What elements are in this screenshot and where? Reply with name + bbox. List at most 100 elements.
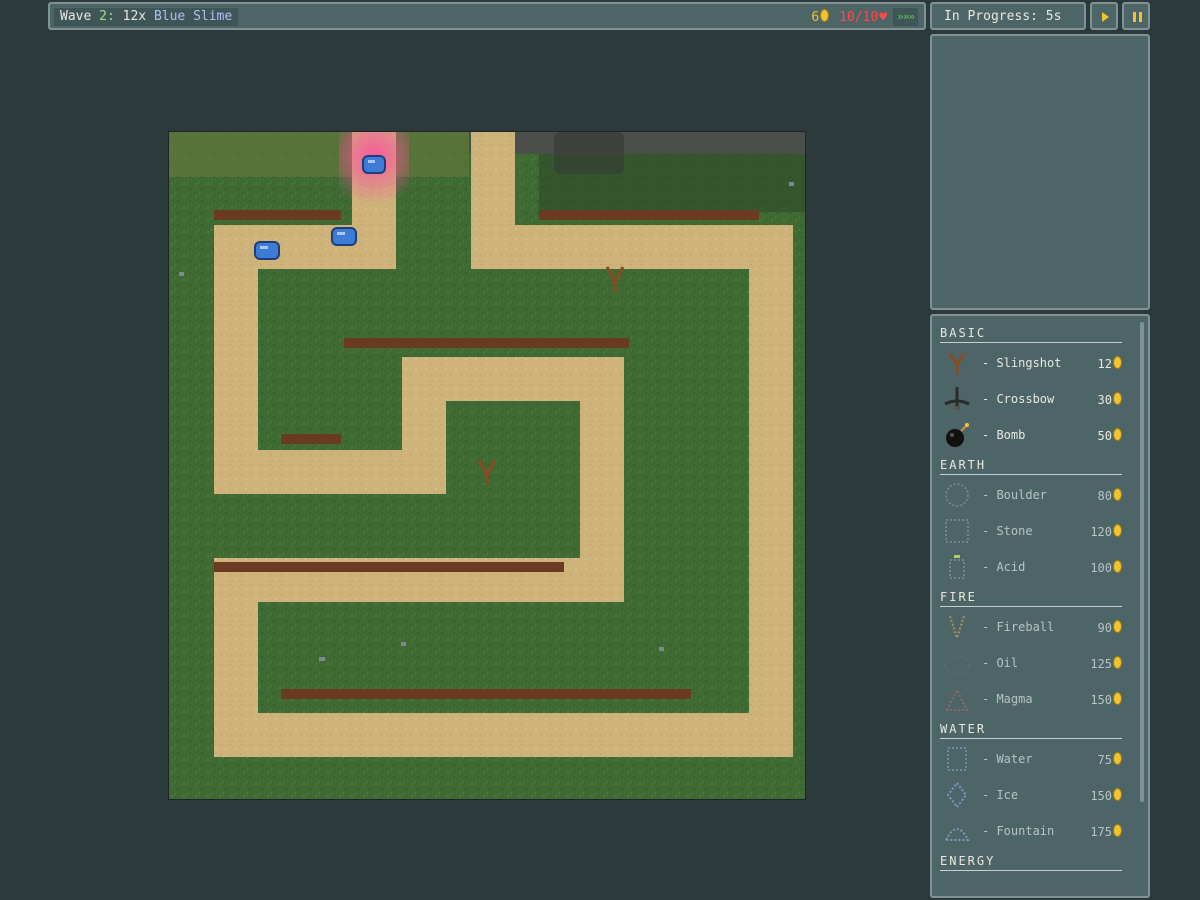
tower-cost: 100 bbox=[1090, 560, 1122, 575]
tower-name: - Acid bbox=[982, 560, 1025, 574]
coin-icon bbox=[1113, 620, 1122, 633]
tower-cost: 150 bbox=[1090, 788, 1122, 803]
wave-info: Wave 2: 12x Blue Slime bbox=[54, 8, 239, 26]
tower-item-ice[interactable]: - Ice 150 bbox=[940, 778, 1126, 812]
tower-item-slingshot[interactable]: - Slingshot 12 bbox=[940, 346, 1126, 380]
ice-icon bbox=[942, 780, 972, 810]
wave-number: 2: bbox=[99, 9, 115, 24]
tower-item-boulder[interactable]: - Boulder 80 bbox=[940, 478, 1126, 512]
coin-icon bbox=[1113, 524, 1122, 537]
acid-icon bbox=[942, 552, 972, 582]
coin-icon bbox=[1113, 752, 1122, 765]
tower-name-prefix: - bbox=[982, 788, 997, 802]
tower-item-magma[interactable]: - Magma 150 bbox=[940, 682, 1126, 716]
wave-count: 12x bbox=[122, 9, 147, 24]
tower-name: - Boulder bbox=[982, 488, 1047, 502]
wave-status: In Progress: 5s bbox=[930, 2, 1086, 30]
tower-name-text: Acid bbox=[996, 560, 1026, 574]
tower-name-prefix: - bbox=[982, 692, 997, 706]
game-map[interactable] bbox=[168, 131, 806, 800]
tower-cost-value: 50 bbox=[1097, 429, 1112, 443]
tower-name-text: Ice bbox=[996, 788, 1019, 802]
tower-name-prefix: - bbox=[982, 824, 997, 838]
tower-cost-value: 125 bbox=[1090, 657, 1112, 671]
tower-item-water[interactable]: - Water 75 bbox=[940, 742, 1126, 776]
coin-icon bbox=[1113, 692, 1122, 705]
tower-name-text: Crossbow bbox=[996, 392, 1055, 406]
tower-item-fountain[interactable]: - Fountain 175 bbox=[940, 814, 1126, 848]
shop-scrollbar[interactable] bbox=[1140, 322, 1144, 802]
tower-info-panel bbox=[930, 34, 1150, 310]
tower-cost-value: 80 bbox=[1097, 489, 1112, 503]
tower-name-prefix: - bbox=[982, 752, 997, 766]
tower-item-oil[interactable]: - Oil 125 bbox=[940, 646, 1126, 680]
tower-name-prefix: - bbox=[982, 620, 997, 634]
tower-name-text: Bomb bbox=[996, 428, 1026, 442]
tower-item-crossbow[interactable]: - Crossbow 30 bbox=[940, 382, 1126, 416]
tower-item-acid[interactable]: - Acid 100 bbox=[940, 550, 1126, 584]
wave-label: Wave bbox=[60, 9, 92, 24]
tower-name-text: Slingshot bbox=[996, 356, 1062, 370]
tower-name-prefix: - bbox=[982, 524, 997, 538]
tower-name: - Ice bbox=[982, 788, 1018, 802]
category-header-water: WATER bbox=[940, 722, 1122, 739]
tower-name-text: Stone bbox=[996, 524, 1033, 538]
tower-name: - Bomb bbox=[982, 428, 1025, 442]
blue-slime-enemy bbox=[254, 241, 280, 260]
coin-icon bbox=[1113, 428, 1122, 441]
top-bar: Wave 2: 12x Blue Slime 6 10/10 ♥ »»» bbox=[48, 2, 926, 30]
tower-cost: 175 bbox=[1090, 824, 1122, 839]
speed-indicator[interactable]: »»» bbox=[893, 8, 918, 26]
coin-icon bbox=[1113, 824, 1122, 837]
tower-cost: 90 bbox=[1098, 620, 1122, 635]
coin-icon bbox=[820, 9, 830, 22]
pause-button[interactable] bbox=[1122, 2, 1150, 30]
coin-icon bbox=[1113, 356, 1122, 369]
tower-shop: BASIC - Slingshot 12 - Crossbow 30 - Bomb 50 EA… bbox=[930, 314, 1150, 898]
coin-icon bbox=[1113, 560, 1122, 573]
tower-cost: 150 bbox=[1090, 692, 1122, 707]
tower-name: - Water bbox=[982, 752, 1033, 766]
tower-name: - Fireball bbox=[982, 620, 1054, 634]
tower-name: - Oil bbox=[982, 656, 1018, 670]
tower-name: - Crossbow bbox=[982, 392, 1054, 406]
crossbow-icon bbox=[942, 384, 972, 414]
stone-icon bbox=[942, 516, 972, 546]
tower-item-fireball[interactable]: - Fireball 90 bbox=[940, 610, 1126, 644]
magma-icon bbox=[942, 684, 972, 714]
fountain-icon bbox=[942, 816, 972, 846]
category-header-basic: BASIC bbox=[940, 326, 1122, 343]
tower-name-text: Fireball bbox=[996, 620, 1055, 634]
pause-icon bbox=[1133, 12, 1143, 22]
tower-name-prefix: - bbox=[982, 656, 997, 670]
tower-cost: 30 bbox=[1098, 392, 1122, 407]
tower-name-prefix: - bbox=[982, 428, 997, 442]
tower-cost: 12 bbox=[1098, 356, 1122, 371]
tower-name: - Slingshot bbox=[982, 356, 1061, 370]
tower-name: - Magma bbox=[982, 692, 1033, 706]
fireball-icon bbox=[942, 612, 972, 642]
tower-item-bomb[interactable]: - Bomb 50 bbox=[940, 418, 1126, 452]
bomb-icon bbox=[942, 420, 972, 450]
tower-name-prefix: - bbox=[982, 392, 997, 406]
tower-cost: 125 bbox=[1090, 656, 1122, 671]
tower-name: - Fountain bbox=[982, 824, 1054, 838]
tower-name-text: Water bbox=[996, 752, 1033, 766]
tower-item-stone[interactable]: - Stone 120 bbox=[940, 514, 1126, 548]
heart-icon: ♥ bbox=[879, 9, 888, 25]
category-header-energy: ENERGY bbox=[940, 854, 1122, 871]
tower-cost: 80 bbox=[1098, 488, 1122, 503]
play-button[interactable] bbox=[1090, 2, 1118, 30]
oil-icon bbox=[942, 648, 972, 678]
wave-status-text: In Progress: 5s bbox=[944, 9, 1062, 24]
gold-amount: 6 bbox=[811, 10, 820, 25]
tower-cost: 75 bbox=[1098, 752, 1122, 767]
tower-name-text: Magma bbox=[996, 692, 1033, 706]
map-canvas[interactable] bbox=[169, 132, 805, 799]
tower-cost-value: 90 bbox=[1097, 621, 1112, 635]
tower-cost-value: 150 bbox=[1090, 693, 1112, 707]
tower-name-text: Oil bbox=[996, 656, 1019, 670]
boulder-icon bbox=[942, 480, 972, 510]
coin-icon bbox=[1113, 656, 1122, 669]
tower-name-prefix: - bbox=[982, 488, 997, 502]
